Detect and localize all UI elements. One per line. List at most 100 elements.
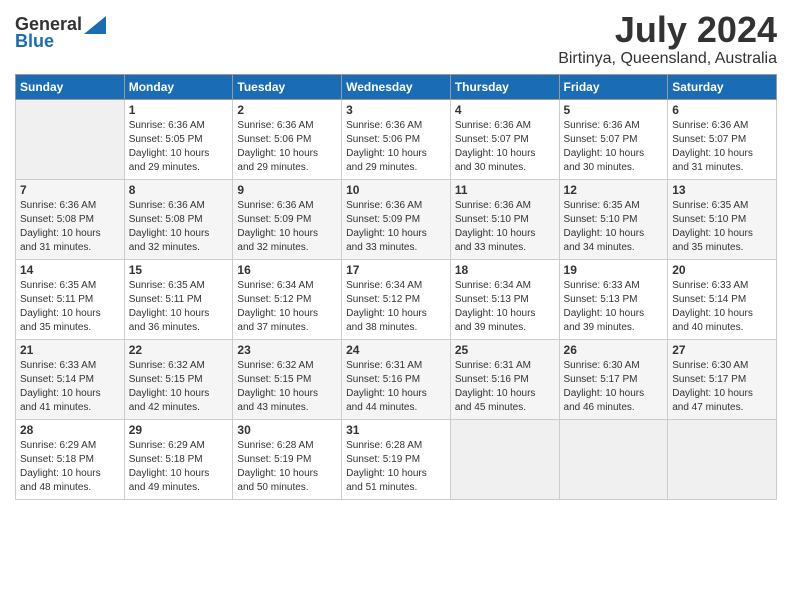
cell-content: Sunrise: 6:35 AM Sunset: 5:10 PM Dayligh…: [564, 199, 664, 255]
cell-content: Sunrise: 6:36 AM Sunset: 5:08 PM Dayligh…: [20, 199, 120, 255]
calendar-cell: 23 Sunrise: 6:32 AM Sunset: 5:15 PM Dayli…: [233, 339, 342, 419]
calendar-week-4: 21Sunrise: 6:33 AM Sunset: 5:14 PM Dayli…: [16, 339, 777, 419]
calendar-cell: 18 Sunrise: 6:34 AM Sunset: 5:13 PM Dayli…: [450, 259, 559, 339]
day-number: 25: [455, 343, 555, 357]
cell-content: Sunrise: 6:36 AM Sunset: 5:07 PM Dayligh…: [564, 119, 664, 175]
calendar-cell: 8 Sunrise: 6:36 AM Sunset: 5:08 PM Daylig…: [124, 179, 233, 259]
cell-content: Sunrise: 6:36 AM Sunset: 5:06 PM Dayligh…: [346, 119, 446, 175]
month-year-title: July 2024: [558, 10, 777, 50]
day-number: 4: [455, 103, 555, 117]
cell-content: Sunrise: 6:30 AM Sunset: 5:17 PM Dayligh…: [564, 359, 664, 415]
cell-content: Sunrise: 6:36 AM Sunset: 5:09 PM Dayligh…: [237, 199, 337, 255]
calendar-week-3: 14 Sunrise: 6:35 AM Sunset: 5:11 PM Dayli…: [16, 259, 777, 339]
day-number: 5: [564, 103, 664, 117]
day-number: 1: [129, 103, 229, 117]
cell-content: Sunrise: 6:36 AM Sunset: 5:10 PM Dayligh…: [455, 199, 555, 255]
header-sunday: Sunday: [16, 74, 125, 99]
calendar-cell: 26Sunrise: 6:30 AM Sunset: 5:17 PM Dayli…: [559, 339, 668, 419]
cell-content: Sunrise: 6:36 AM Sunset: 5:07 PM Dayligh…: [672, 119, 772, 175]
calendar-cell: 20Sunrise: 6:33 AM Sunset: 5:14 PM Dayli…: [668, 259, 777, 339]
cell-content: Sunrise: 6:36 AM Sunset: 5:07 PM Dayligh…: [455, 119, 555, 175]
day-number: 14: [20, 263, 120, 277]
day-number: 24: [346, 343, 446, 357]
cell-content: Sunrise: 6:31 AM Sunset: 5:16 PM Dayligh…: [346, 359, 446, 415]
calendar-cell: 12 Sunrise: 6:35 AM Sunset: 5:10 PM Dayli…: [559, 179, 668, 259]
calendar-cell: 3Sunrise: 6:36 AM Sunset: 5:06 PM Daylig…: [342, 99, 451, 179]
cell-content: Sunrise: 6:31 AM Sunset: 5:16 PM Dayligh…: [455, 359, 555, 415]
day-number: 10: [346, 183, 446, 197]
logo: General Blue: [15, 10, 106, 52]
calendar-cell: [668, 419, 777, 499]
calendar-cell: 30Sunrise: 6:28 AM Sunset: 5:19 PM Dayli…: [233, 419, 342, 499]
day-headers-row: Sunday Monday Tuesday Wednesday Thursday…: [16, 74, 777, 99]
day-number: 6: [672, 103, 772, 117]
cell-content: Sunrise: 6:28 AM Sunset: 5:19 PM Dayligh…: [346, 439, 446, 495]
header-saturday: Saturday: [668, 74, 777, 99]
day-number: 28: [20, 423, 120, 437]
cell-content: Sunrise: 6:35 AM Sunset: 5:10 PM Dayligh…: [672, 199, 772, 255]
calendar-cell: 13 Sunrise: 6:35 AM Sunset: 5:10 PM Dayli…: [668, 179, 777, 259]
calendar-cell: [450, 419, 559, 499]
day-number: 13: [672, 183, 772, 197]
header-friday: Friday: [559, 74, 668, 99]
calendar-cell: 2 Sunrise: 6:36 AM Sunset: 5:06 PM Daylig…: [233, 99, 342, 179]
day-number: 23: [237, 343, 337, 357]
calendar-cell: 29Sunrise: 6:29 AM Sunset: 5:18 PM Dayli…: [124, 419, 233, 499]
day-number: 27: [672, 343, 772, 357]
cell-content: Sunrise: 6:32 AM Sunset: 5:15 PM Dayligh…: [237, 359, 337, 415]
calendar-cell: 31 Sunrise: 6:28 AM Sunset: 5:19 PM Dayli…: [342, 419, 451, 499]
calendar-cell: 1 Sunrise: 6:36 AM Sunset: 5:05 PM Daylig…: [124, 99, 233, 179]
day-number: 20: [672, 263, 772, 277]
day-number: 19: [564, 263, 664, 277]
cell-content: Sunrise: 6:34 AM Sunset: 5:13 PM Dayligh…: [455, 279, 555, 335]
calendar-cell: 9Sunrise: 6:36 AM Sunset: 5:09 PM Daylig…: [233, 179, 342, 259]
calendar-cell: 10Sunrise: 6:36 AM Sunset: 5:09 PM Dayli…: [342, 179, 451, 259]
logo-icon: [84, 16, 106, 34]
day-number: 17: [346, 263, 446, 277]
day-number: 8: [129, 183, 229, 197]
calendar-cell: 15Sunrise: 6:35 AM Sunset: 5:11 PM Dayli…: [124, 259, 233, 339]
day-number: 18: [455, 263, 555, 277]
cell-content: Sunrise: 6:35 AM Sunset: 5:11 PM Dayligh…: [129, 279, 229, 335]
calendar-cell: 4 Sunrise: 6:36 AM Sunset: 5:07 PM Daylig…: [450, 99, 559, 179]
cell-content: Sunrise: 6:36 AM Sunset: 5:05 PM Dayligh…: [129, 119, 229, 175]
cell-content: Sunrise: 6:28 AM Sunset: 5:19 PM Dayligh…: [237, 439, 337, 495]
cell-content: Sunrise: 6:34 AM Sunset: 5:12 PM Dayligh…: [346, 279, 446, 335]
location-subtitle: Birtinya, Queensland, Australia: [558, 50, 777, 68]
calendar-table: Sunday Monday Tuesday Wednesday Thursday…: [15, 74, 777, 500]
cell-content: Sunrise: 6:30 AM Sunset: 5:17 PM Dayligh…: [672, 359, 772, 415]
cell-content: Sunrise: 6:34 AM Sunset: 5:12 PM Dayligh…: [237, 279, 337, 335]
cell-content: Sunrise: 6:29 AM Sunset: 5:18 PM Dayligh…: [129, 439, 229, 495]
day-number: 12: [564, 183, 664, 197]
cell-content: Sunrise: 6:36 AM Sunset: 5:08 PM Dayligh…: [129, 199, 229, 255]
logo-blue-text: Blue: [15, 31, 54, 52]
cell-content: Sunrise: 6:35 AM Sunset: 5:11 PM Dayligh…: [20, 279, 120, 335]
calendar-cell: 7 Sunrise: 6:36 AM Sunset: 5:08 PM Daylig…: [16, 179, 125, 259]
calendar-cell: 16 Sunrise: 6:34 AM Sunset: 5:12 PM Dayli…: [233, 259, 342, 339]
header-wednesday: Wednesday: [342, 74, 451, 99]
day-number: 11: [455, 183, 555, 197]
calendar-cell: 28Sunrise: 6:29 AM Sunset: 5:18 PM Dayli…: [16, 419, 125, 499]
header-monday: Monday: [124, 74, 233, 99]
calendar-week-1: 1 Sunrise: 6:36 AM Sunset: 5:05 PM Daylig…: [16, 99, 777, 179]
calendar-cell: 6 Sunrise: 6:36 AM Sunset: 5:07 PM Daylig…: [668, 99, 777, 179]
cell-content: Sunrise: 6:36 AM Sunset: 5:06 PM Dayligh…: [237, 119, 337, 175]
day-number: 16: [237, 263, 337, 277]
cell-content: Sunrise: 6:33 AM Sunset: 5:13 PM Dayligh…: [564, 279, 664, 335]
calendar-cell: 19 Sunrise: 6:33 AM Sunset: 5:13 PM Dayli…: [559, 259, 668, 339]
calendar-cell: 17 Sunrise: 6:34 AM Sunset: 5:12 PM Dayli…: [342, 259, 451, 339]
header-tuesday: Tuesday: [233, 74, 342, 99]
calendar-cell: [16, 99, 125, 179]
cell-content: Sunrise: 6:33 AM Sunset: 5:14 PM Dayligh…: [20, 359, 120, 415]
day-number: 31: [346, 423, 446, 437]
title-area: July 2024 Birtinya, Queensland, Australi…: [558, 10, 777, 68]
day-number: 2: [237, 103, 337, 117]
calendar-cell: 22Sunrise: 6:32 AM Sunset: 5:15 PM Dayli…: [124, 339, 233, 419]
calendar-cell: 11 Sunrise: 6:36 AM Sunset: 5:10 PM Dayli…: [450, 179, 559, 259]
day-number: 22: [129, 343, 229, 357]
calendar-week-5: 28 Sunrise: 6:29 AM Sunset: 5:18 PM Dayli…: [16, 419, 777, 499]
calendar-cell: 5 Sunrise: 6:36 AM Sunset: 5:07 PM Daylig…: [559, 99, 668, 179]
calendar-cell: 27 Sunrise: 6:30 AM Sunset: 5:17 PM Dayli…: [668, 339, 777, 419]
day-number: 7: [20, 183, 120, 197]
calendar-cell: 25 Sunrise: 6:31 AM Sunset: 5:16 PM Dayli…: [450, 339, 559, 419]
